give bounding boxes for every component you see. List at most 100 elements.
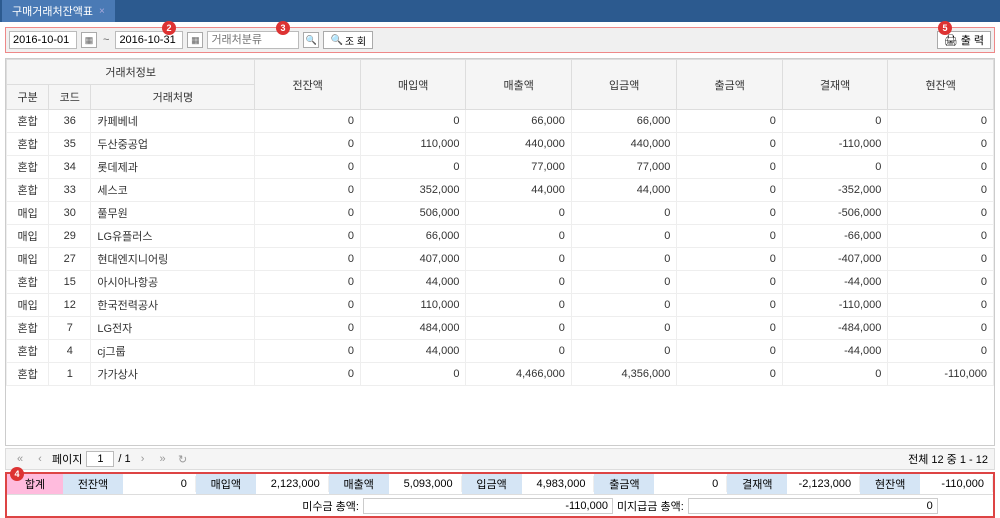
cell-gubun: 매입 xyxy=(7,202,49,225)
print-label: 출 력 xyxy=(961,32,984,48)
query-button[interactable]: 🔍조 회 xyxy=(323,31,373,49)
cell-withdraw: 0 xyxy=(677,294,782,317)
sum-b-v: -2,123,000 xyxy=(787,476,860,492)
refresh-icon[interactable]: ↻ xyxy=(175,451,191,467)
calendar-icon[interactable]: ▦ xyxy=(187,32,203,48)
receivable-value[interactable] xyxy=(363,498,613,514)
col-sale[interactable]: 매출액 xyxy=(466,60,571,110)
search-icon[interactable]: 🔍 xyxy=(303,32,319,48)
col-gubun[interactable]: 구분 xyxy=(7,85,49,110)
col-name[interactable]: 거래처명 xyxy=(91,85,255,110)
cell-withdraw: 0 xyxy=(677,156,782,179)
col-deposit[interactable]: 입금액 xyxy=(571,60,676,110)
sum-d-l: 입금액 xyxy=(462,474,522,494)
cell-name: 아시아나항공 xyxy=(91,271,255,294)
cell-code: 30 xyxy=(49,202,91,225)
cell-code: 7 xyxy=(49,317,91,340)
cell-name: 가가상사 xyxy=(91,363,255,386)
cell-current: 0 xyxy=(888,317,994,340)
pager: « ‹ 페이지 / 1 › » ↻ 전체 12 중 1 - 12 xyxy=(5,448,995,470)
query-label: 조 회 xyxy=(345,33,366,48)
tab-bar: 구매거래처잔액표 × xyxy=(0,0,1000,22)
cell-code: 4 xyxy=(49,340,91,363)
cell-sale: 0 xyxy=(466,202,571,225)
cell-code: 1 xyxy=(49,363,91,386)
col-current[interactable]: 현잔액 xyxy=(888,60,994,110)
sum-d-v: 4,983,000 xyxy=(522,476,595,492)
cell-purchase: 407,000 xyxy=(360,248,465,271)
date-to-input[interactable] xyxy=(115,31,183,49)
cell-name: 한국전력공사 xyxy=(91,294,255,317)
sum-pu-v: 2,123,000 xyxy=(256,476,329,492)
table-row[interactable]: 매입 30 풀무원 0 506,000 0 0 0 -506,000 0 xyxy=(7,202,994,225)
cell-sale: 0 xyxy=(466,225,571,248)
first-page-icon[interactable]: « xyxy=(12,451,28,467)
cell-sale: 0 xyxy=(466,294,571,317)
payable-label: 미지급금 총액: xyxy=(617,498,684,514)
cell-deposit: 0 xyxy=(571,340,676,363)
table-row[interactable]: 혼합 4 cj그룹 0 44,000 0 0 0 -44,000 0 xyxy=(7,340,994,363)
cell-current: 0 xyxy=(888,340,994,363)
table-row[interactable]: 혼합 36 카페베네 0 0 66,000 66,000 0 0 0 xyxy=(7,110,994,133)
cell-withdraw: 0 xyxy=(677,248,782,271)
col-balance[interactable]: 결재액 xyxy=(782,60,887,110)
cell-gubun: 혼합 xyxy=(7,363,49,386)
badge-4: 4 xyxy=(10,467,24,481)
page-total: / 1 xyxy=(118,453,130,465)
cell-gubun: 매입 xyxy=(7,294,49,317)
calendar-icon[interactable]: ▦ xyxy=(81,32,97,48)
toolbar: 2 3 5 ▦ ~ ▦ 🔍 🔍조 회 🖨출 력 xyxy=(5,27,995,53)
badge-3: 3 xyxy=(276,21,290,35)
cell-withdraw: 0 xyxy=(677,110,782,133)
cell-current: 0 xyxy=(888,294,994,317)
cell-withdraw: 0 xyxy=(677,340,782,363)
cell-balance: -66,000 xyxy=(782,225,887,248)
prev-page-icon[interactable]: ‹ xyxy=(32,451,48,467)
sum-c-l: 현잔액 xyxy=(860,474,920,494)
cell-prev: 0 xyxy=(255,271,360,294)
cell-current: 0 xyxy=(888,202,994,225)
date-from-input[interactable] xyxy=(9,31,77,49)
cell-sale: 4,466,000 xyxy=(466,363,571,386)
col-group-vendor: 거래처정보 xyxy=(7,60,255,85)
table-row[interactable]: 혼합 34 롯데제과 0 0 77,000 77,000 0 0 0 xyxy=(7,156,994,179)
close-icon[interactable]: × xyxy=(99,6,105,17)
cell-code: 36 xyxy=(49,110,91,133)
row-count: 전체 12 중 1 - 12 xyxy=(908,451,988,467)
table-row[interactable]: 혼합 33 세스코 0 352,000 44,000 44,000 0 -352… xyxy=(7,179,994,202)
cell-purchase: 44,000 xyxy=(360,340,465,363)
col-code[interactable]: 코드 xyxy=(49,85,91,110)
table-row[interactable]: 혼합 35 두산중공업 0 110,000 440,000 440,000 0 … xyxy=(7,133,994,156)
table-row[interactable]: 매입 27 현대엔지니어링 0 407,000 0 0 0 -407,000 0 xyxy=(7,248,994,271)
cell-balance: -352,000 xyxy=(782,179,887,202)
tilde: ~ xyxy=(103,34,109,46)
cell-gubun: 혼합 xyxy=(7,179,49,202)
sum-prev-l: 전잔액 xyxy=(63,474,123,494)
table-row[interactable]: 혼합 1 가가상사 0 0 4,466,000 4,356,000 0 0 -1… xyxy=(7,363,994,386)
cell-current: 0 xyxy=(888,110,994,133)
payable-value[interactable] xyxy=(688,498,938,514)
cell-name: 롯데제과 xyxy=(91,156,255,179)
cell-code: 33 xyxy=(49,179,91,202)
cell-name: LG전자 xyxy=(91,317,255,340)
page-input[interactable] xyxy=(86,451,114,467)
col-withdraw[interactable]: 출금액 xyxy=(677,60,782,110)
table-row[interactable]: 혼합 15 아시아나항공 0 44,000 0 0 0 -44,000 0 xyxy=(7,271,994,294)
cell-prev: 0 xyxy=(255,340,360,363)
table-row[interactable]: 혼합 7 LG전자 0 484,000 0 0 0 -484,000 0 xyxy=(7,317,994,340)
col-prev[interactable]: 전잔액 xyxy=(255,60,360,110)
cell-sale: 440,000 xyxy=(466,133,571,156)
cell-name: 카페베네 xyxy=(91,110,255,133)
cell-deposit: 0 xyxy=(571,225,676,248)
cell-withdraw: 0 xyxy=(677,317,782,340)
printer-icon: 🖨 xyxy=(944,34,958,47)
next-page-icon[interactable]: › xyxy=(135,451,151,467)
tab-active[interactable]: 구매거래처잔액표 × xyxy=(2,0,115,22)
cell-prev: 0 xyxy=(255,133,360,156)
table-row[interactable]: 매입 29 LG유플러스 0 66,000 0 0 0 -66,000 0 xyxy=(7,225,994,248)
last-page-icon[interactable]: » xyxy=(155,451,171,467)
cell-prev: 0 xyxy=(255,110,360,133)
col-purchase[interactable]: 매입액 xyxy=(360,60,465,110)
table-row[interactable]: 매입 12 한국전력공사 0 110,000 0 0 0 -110,000 0 xyxy=(7,294,994,317)
cell-purchase: 0 xyxy=(360,363,465,386)
